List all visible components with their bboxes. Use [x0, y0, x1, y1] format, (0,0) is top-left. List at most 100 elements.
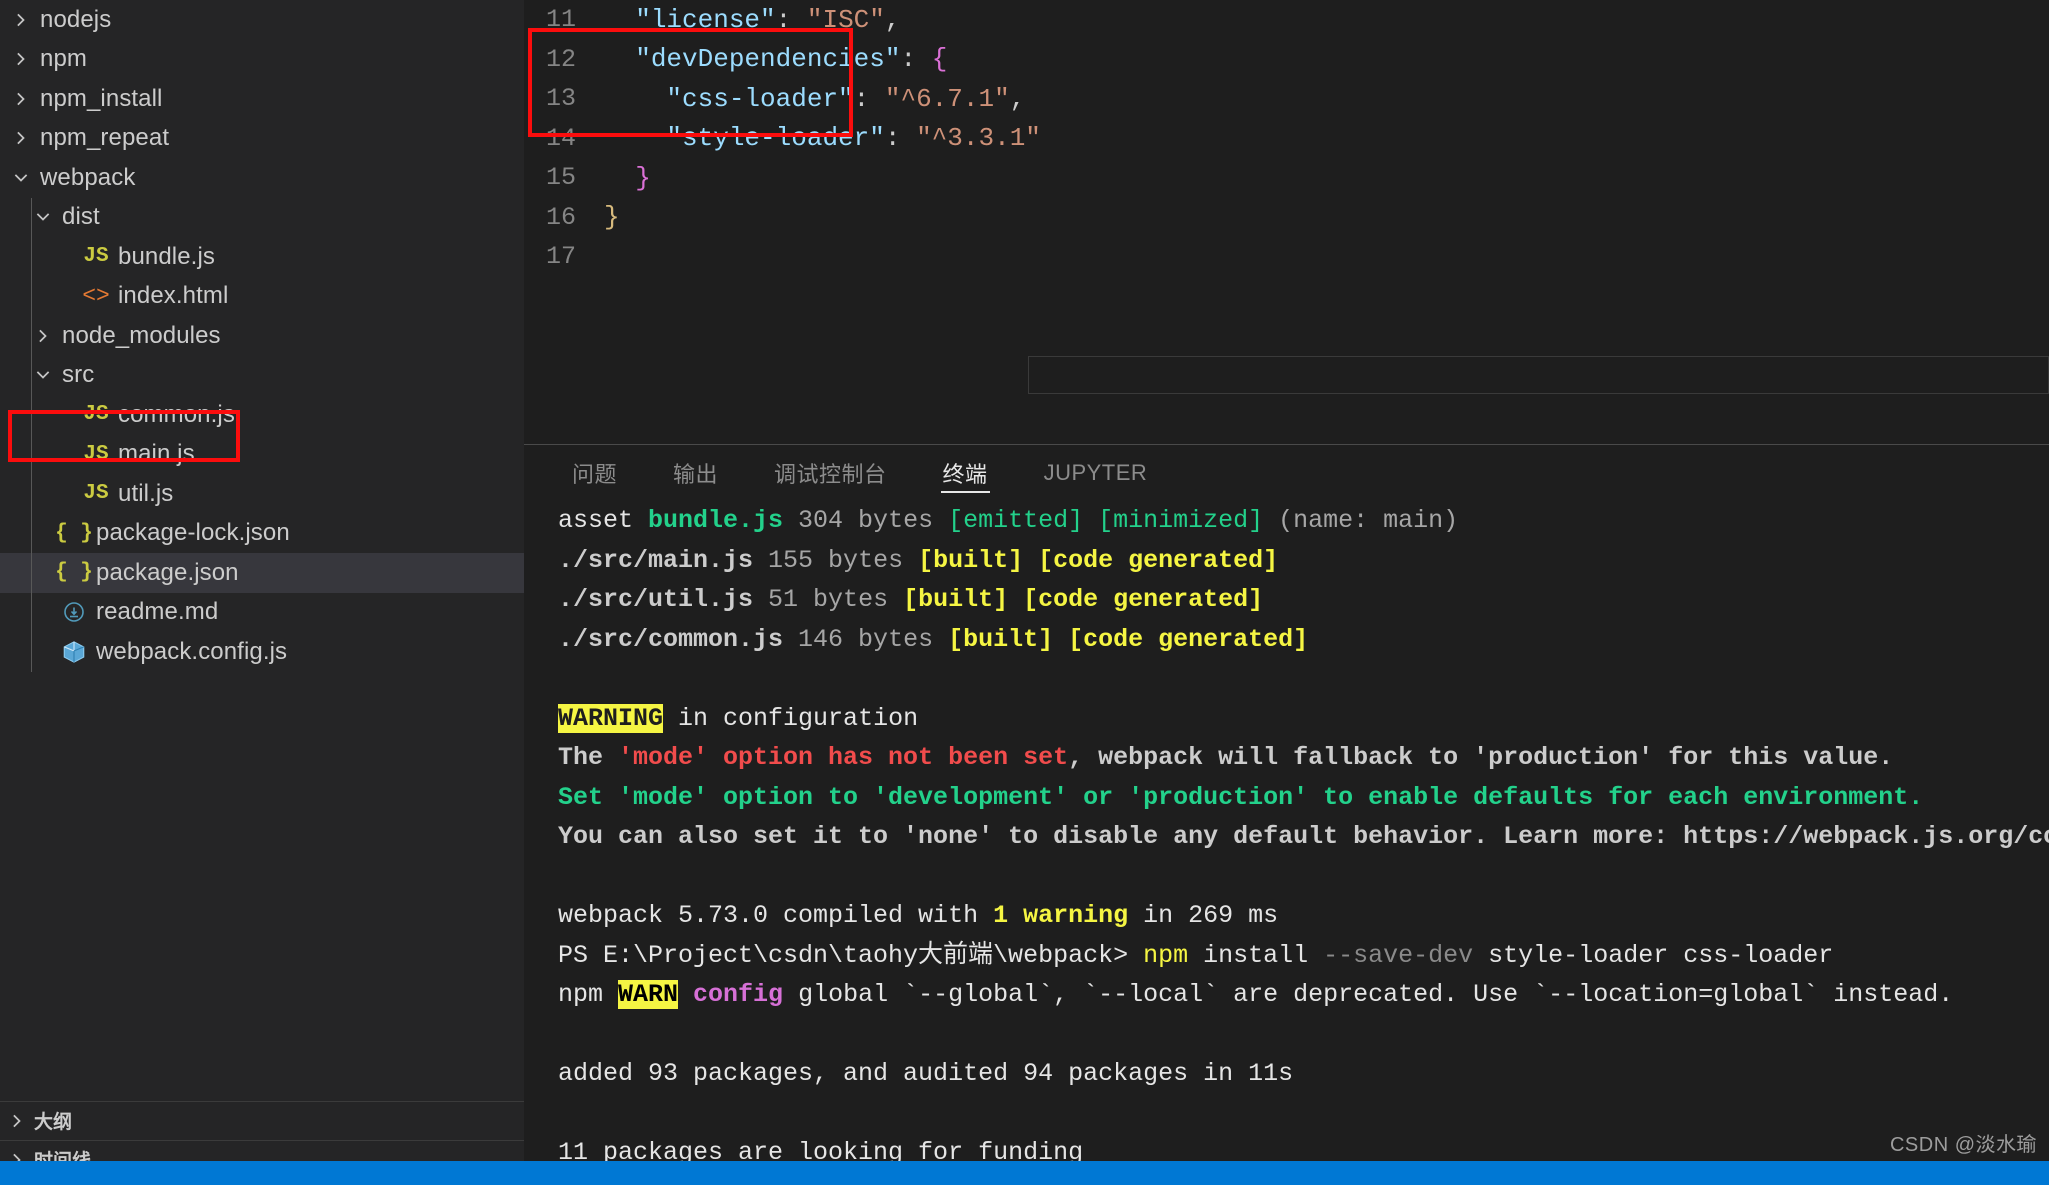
terminal-line: 11 packages are looking for funding — [558, 1138, 1084, 1161]
tree-item-readme-md[interactable]: readme.md — [0, 593, 524, 633]
terminal-line: You can also set it to 'none' to disable… — [558, 822, 2049, 851]
tree-indent-guide — [31, 197, 32, 672]
tree-item-label: bundle.js — [118, 242, 215, 270]
terminal-line: Set 'mode' option to 'development' or 'p… — [558, 782, 1924, 812]
current-line-highlight — [1028, 356, 2049, 394]
json-file-icon: { } — [55, 561, 93, 585]
tree-item-label: node_modules — [62, 321, 221, 349]
terminal-line: npm WARN config global `--global`, `--lo… — [558, 980, 1954, 1009]
tree-item-label: main.js — [118, 440, 195, 468]
code-line[interactable]: 11 "license": "ISC", — [524, 0, 2049, 40]
explorer-sidebar: nodejs npm npm_install npm_repeatwebpack dis… — [0, 0, 524, 1161]
js-file-icon: JS — [83, 442, 109, 466]
chevron-right-icon[interactable] — [0, 1150, 34, 1161]
file-tree[interactable]: nodejs npm npm_install npm_repeatwebpack dis… — [0, 0, 524, 672]
panel-tab-2[interactable]: 调试控制台 — [762, 445, 899, 501]
tree-item-label: src — [62, 361, 95, 389]
code-editor[interactable]: 11 "license": "ISC", 12 "devDependencies"… — [524, 0, 2049, 444]
code-line-text: } — [604, 202, 620, 233]
tree-item-npm-repeat[interactable]: npm_repeat — [0, 119, 524, 159]
tree-item-src[interactable]: src — [0, 356, 524, 396]
terminal-line: asset bundle.js 304 bytes [emitted] [min… — [558, 506, 1459, 535]
terminal-line: added 93 packages, and audited 94 packag… — [558, 1059, 1294, 1088]
tree-item-bundle-js[interactable]: JS bundle.js — [0, 237, 524, 277]
tree-item-package-json[interactable]: { } package.json — [0, 553, 524, 593]
html-file-icon: <> — [82, 283, 110, 310]
tree-item-label: npm — [40, 45, 87, 73]
tree-item-label: npm_repeat — [40, 124, 170, 152]
tree-item-label: webpack.config.js — [96, 637, 288, 665]
tree-item-label: npm_install — [40, 84, 163, 112]
tree-item-label: dist — [62, 203, 100, 231]
code-line[interactable]: 12 "devDependencies": { — [524, 40, 2049, 80]
js-file-icon: JS — [83, 245, 109, 269]
terminal-line: ./src/common.js 146 bytes [built] [code … — [558, 624, 1309, 654]
sidebar-pane-outline[interactable]: 大纲 — [0, 1101, 524, 1139]
tree-item-label: readme.md — [96, 598, 219, 626]
tree-item-label: package.json — [96, 558, 239, 586]
panel-tab-4[interactable]: JUPYTER — [1032, 445, 1160, 501]
tree-item-node-modules[interactable]: node_modules — [0, 316, 524, 356]
tree-item-util-js[interactable]: JS util.js — [0, 474, 524, 514]
tree-item-package-lock-json[interactable]: { } package-lock.json — [0, 514, 524, 554]
tree-item-label: index.html — [118, 282, 229, 310]
code-line[interactable]: 16} — [524, 198, 2049, 238]
code-content: 11 "license": "ISC", 12 "devDependencies"… — [524, 0, 2049, 277]
code-line[interactable]: 15 } — [524, 158, 2049, 198]
panel-tab-label: JUPYTER — [1043, 460, 1148, 485]
code-line-text: "style-loader": "^3.3.1" — [666, 123, 1041, 154]
webpack-file-icon — [54, 639, 94, 665]
line-number: 17 — [545, 242, 576, 272]
tree-item-main-js[interactable]: JS main.js — [0, 435, 524, 475]
tree-item-npm[interactable]: npm — [0, 40, 524, 80]
tree-item-webpack[interactable]: webpack — [0, 158, 524, 198]
status-bar[interactable] — [0, 1161, 2049, 1185]
line-number: 15 — [545, 163, 576, 193]
panel-tab-label: 调试控制台 — [774, 462, 887, 487]
sidebar-pane-timeline[interactable]: 时间线 — [0, 1140, 524, 1161]
tree-item-label: util.js — [118, 479, 174, 507]
terminal-line: webpack 5.73.0 compiled with 1 warning i… — [558, 901, 1279, 930]
chevron-right-icon[interactable] — [4, 128, 38, 148]
tree-item-label: webpack — [40, 163, 136, 191]
chevron-right-icon[interactable] — [4, 49, 38, 69]
vscode-window: nodejs npm npm_install npm_repeatwebpack dis… — [0, 0, 2049, 1185]
chevron-right-icon[interactable] — [0, 1111, 34, 1131]
chevron-right-icon[interactable] — [4, 10, 38, 30]
code-line[interactable]: 13 "css-loader": "^6.7.1", — [524, 79, 2049, 119]
sidebar-pane-label: 时间线 — [34, 1146, 91, 1161]
line-number: 11 — [545, 5, 576, 35]
line-number: 14 — [545, 123, 576, 153]
chevron-right-icon[interactable] — [4, 89, 38, 109]
tree-item-webpack-config-js[interactable]: webpack.config.js — [0, 632, 524, 672]
terminal-line: PS E:\Project\csdn\taohy大前端\webpack> npm… — [558, 940, 1834, 970]
terminal-output[interactable]: asset bundle.js 304 bytes [emitted] [min… — [524, 501, 2049, 1161]
markdown-file-icon — [54, 600, 94, 624]
panel-tab-label: 问题 — [572, 462, 618, 487]
panel-tab-bar[interactable]: 问题 输出 调试控制台 终端 JUPYTER — [524, 445, 1191, 501]
panel-tab-label: 终端 — [942, 462, 988, 487]
chevron-down-icon[interactable] — [4, 168, 38, 188]
sidebar-pane-label: 大纲 — [34, 1112, 73, 1133]
panel-tab-1[interactable]: 输出 — [661, 445, 730, 501]
tree-item-nodejs[interactable]: nodejs — [0, 0, 524, 40]
json-file-icon: { } — [55, 521, 93, 545]
tree-item-label: package-lock.json — [96, 519, 290, 547]
panel-tab-3[interactable]: 终端 — [931, 445, 1000, 501]
tree-item-index-html[interactable]: <> index.html — [0, 277, 524, 317]
line-number: 16 — [545, 202, 576, 232]
tree-item-common-js[interactable]: JS common.js — [0, 395, 524, 435]
line-number: 13 — [545, 84, 576, 114]
panel-tab-label: 输出 — [673, 462, 719, 487]
tree-item-dist[interactable]: dist — [0, 198, 524, 238]
code-line-text: } — [635, 162, 651, 193]
code-line[interactable]: 14 "style-loader": "^3.3.1" — [524, 119, 2049, 159]
tree-item-npm-install[interactable]: npm_install — [0, 79, 524, 119]
code-line[interactable]: 17 — [524, 237, 2049, 277]
panel-tab-0[interactable]: 问题 — [560, 445, 629, 501]
code-line-text: "license": "ISC", — [635, 4, 901, 35]
terminal-line: ./src/util.js 51 bytes [built] [code gen… — [558, 585, 1264, 614]
